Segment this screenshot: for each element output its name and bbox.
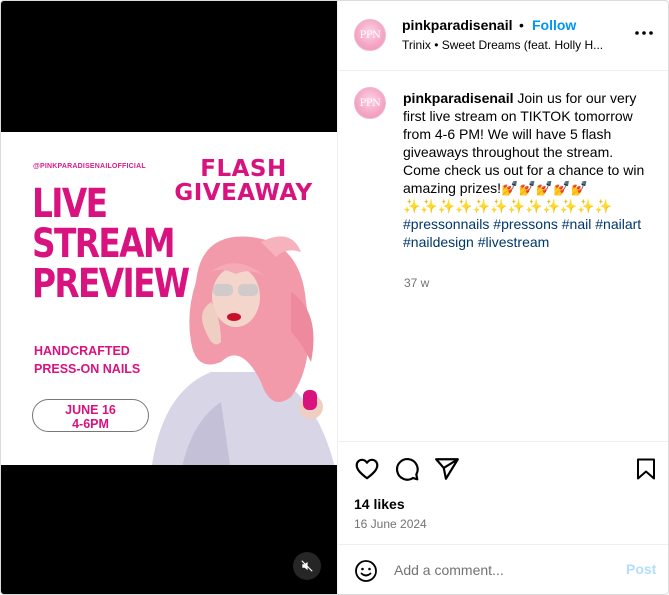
poster-date-pill: JUNE 16 4-6PM <box>32 399 149 432</box>
poster-date-line1: JUNE 16 <box>65 403 116 417</box>
post-dialog: @PINKPARADISENAILOFFICIAL FLASH GIVEAWAY… <box>0 0 669 595</box>
model-photo <box>152 236 335 465</box>
audio-track-link[interactable]: Trinix • Sweet Dreams (feat. Holly H... <box>402 38 622 52</box>
action-bar: 14 likes 16 June 2024 <box>338 441 668 545</box>
avatar-logo-text: PPN <box>359 29 381 41</box>
more-options-button[interactable] <box>634 23 654 43</box>
poster-subtitle: HANDCRAFTED PRESS-ON NAILS <box>34 342 140 378</box>
follow-button[interactable]: Follow <box>532 17 576 33</box>
comment-icon <box>396 458 419 481</box>
mute-button[interactable] <box>293 552 321 580</box>
hashtag[interactable]: #naildesign <box>403 234 474 250</box>
caption-avatar-logo-text: PPN <box>359 97 381 109</box>
poster-flash-giveaway: FLASH GIVEAWAY <box>166 157 321 205</box>
comment-input[interactable] <box>394 559 614 581</box>
save-button[interactable] <box>634 456 660 482</box>
likes-count[interactable]: 14 likes <box>354 496 405 512</box>
comment-button[interactable] <box>394 456 420 482</box>
hashtag[interactable]: #pressonnails <box>403 216 489 232</box>
post-caption: pinkparadisenail Join us for our very fi… <box>403 89 648 251</box>
poster-image: @PINKPARADISENAILOFFICIAL FLASH GIVEAWAY… <box>1 132 337 465</box>
poster-subtitle-line1: HANDCRAFTED <box>34 344 130 358</box>
bookmark-icon <box>637 458 655 480</box>
poster-handle: @PINKPARADISENAILOFFICIAL <box>33 163 146 170</box>
emoji-icon <box>355 560 377 582</box>
heart-icon <box>355 458 379 480</box>
post-panel: PPN pinkparadisenail • Follow Trinix • S… <box>337 1 668 594</box>
poster-flash-line1: FLASH <box>200 156 287 182</box>
caption-sparkles: ✨✨✨✨✨✨✨✨✨✨✨✨ <box>403 198 613 214</box>
emoji-button[interactable] <box>354 559 378 583</box>
post-media[interactable]: @PINKPARADISENAILOFFICIAL FLASH GIVEAWAY… <box>1 1 337 594</box>
share-button[interactable] <box>434 456 460 482</box>
header-username[interactable]: pinkparadisenail <box>402 17 512 33</box>
post-date[interactable]: 16 June 2024 <box>354 517 427 531</box>
comment-bar: Post <box>338 544 668 594</box>
post-header: PPN pinkparadisenail • Follow Trinix • S… <box>338 1 668 71</box>
poster-title-line1: LIVE <box>32 181 108 227</box>
separator-dot: • <box>519 17 524 33</box>
hashtag[interactable]: #nail <box>562 216 592 232</box>
poster-date-line2: 4-6PM <box>72 417 109 431</box>
avatar[interactable]: PPN <box>354 19 386 51</box>
hashtag[interactable]: #nailart <box>595 216 641 232</box>
more-horizontal-icon <box>635 31 653 35</box>
share-icon <box>435 458 459 480</box>
caption-username[interactable]: pinkparadisenail <box>403 90 513 106</box>
speaker-muted-icon <box>301 560 313 572</box>
poster-subtitle-line2: PRESS-ON NAILS <box>34 362 141 376</box>
like-button[interactable] <box>354 456 380 482</box>
post-age[interactable]: 37 w <box>404 276 429 290</box>
post-comment-button[interactable]: Post <box>626 561 656 577</box>
hashtag[interactable]: #livestream <box>478 234 550 250</box>
hashtag[interactable]: #pressons <box>493 216 558 232</box>
caption-avatar[interactable]: PPN <box>354 87 386 119</box>
poster-flash-line2: GIVEAWAY <box>174 180 313 206</box>
